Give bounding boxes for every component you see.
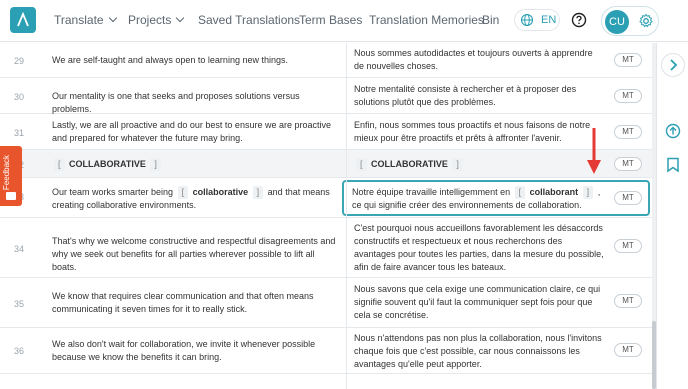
source-text: That's why we welcome constructive and r… [52, 236, 336, 272]
nav-bin[interactable]: Bin [482, 13, 499, 27]
nav-translate-label: Translate [54, 13, 104, 27]
target-text[interactable]: Nous sommes autodidactes et toujours ouv… [354, 47, 604, 73]
nav-translation-memories[interactable]: Translation Memories [369, 13, 484, 27]
help-icon[interactable] [571, 12, 587, 28]
user-menu[interactable]: CU [601, 6, 659, 36]
expand-panel-button[interactable] [661, 53, 685, 77]
right-side-rail [656, 43, 688, 389]
target-text[interactable]: Notre mentalité consiste à rechercher et… [354, 83, 604, 109]
nav-saved-translations[interactable]: Saved Translations [198, 13, 300, 27]
segment-number: 31 [14, 128, 25, 138]
target-text[interactable]: Nous savons que cela exige une communica… [354, 283, 604, 322]
nav-translate[interactable]: Translate [54, 13, 117, 27]
source-text: We know that requires clear communicatio… [52, 291, 314, 314]
globe-icon [520, 13, 534, 27]
segment-row[interactable]: 31 Lastly, we are all proactive and do o… [0, 114, 652, 150]
source-text: We are self-taught and always open to le… [52, 55, 288, 65]
tag-open[interactable]: [ [356, 158, 367, 171]
tag-open[interactable]: [ [54, 158, 65, 171]
segment-row[interactable]: 30 Our mentality is one that seeks and p… [0, 78, 652, 114]
segment-row[interactable]: 32 [ COLLABORATIVE ] [ COLLABORATIVE ] M… [0, 150, 652, 178]
segment-row[interactable]: 34 That's why we welcome constructive an… [0, 218, 652, 278]
source-text: [ COLLABORATIVE ] [52, 158, 337, 171]
target-tag-text: collaborant [529, 187, 579, 197]
source-tag-text: COLLABORATIVE [69, 159, 146, 169]
nav-projects[interactable]: Projects [128, 13, 185, 27]
target-text[interactable]: C'est pourquoi nous accueillons favorabl… [354, 222, 604, 274]
mt-badge[interactable]: MT [614, 294, 642, 308]
translation-editor-grid: 29 We are self-taught and always open to… [0, 43, 652, 389]
segment-number: 30 [14, 92, 25, 102]
source-text: Our mentality is one that seeks and prop… [52, 91, 300, 114]
mt-badge[interactable]: MT [614, 53, 642, 67]
mt-badge[interactable]: MT [614, 125, 642, 139]
top-navigation-bar: Translate Projects Saved Translations Te… [0, 0, 688, 42]
app-logo[interactable] [10, 7, 36, 33]
segment-number: 29 [14, 56, 25, 66]
tag-close[interactable]: ] [150, 158, 161, 171]
tag-open[interactable]: [ [177, 186, 189, 199]
segment-row[interactable]: 36 We also don't wait for collaboration,… [0, 328, 652, 374]
target-text-part: Notre équipe travaille intelligemment en [352, 187, 511, 197]
mt-badge[interactable]: MT [614, 157, 642, 171]
source-text: We also don't wait for collaboration, we… [52, 339, 316, 362]
annotation-arrow-icon [587, 128, 601, 174]
mt-badge[interactable]: MT [614, 191, 642, 205]
target-text[interactable]: [ COLLABORATIVE ] [354, 158, 604, 171]
chevron-right-icon [670, 59, 678, 71]
mt-badge[interactable]: MT [614, 89, 642, 103]
gear-icon[interactable] [638, 13, 654, 29]
target-tag-text: COLLABORATIVE [371, 159, 448, 169]
segment-row[interactable]: 35 We know that requires clear communica… [0, 278, 652, 328]
mt-badge[interactable]: MT [614, 343, 642, 357]
segment-row[interactable]: 29 We are self-taught and always open to… [0, 43, 652, 78]
target-text[interactable]: Enfin, nous sommes tous proactifs et nou… [354, 119, 604, 145]
source-tag-text: collaborative [192, 187, 249, 197]
segment-number: 36 [14, 346, 25, 356]
source-text: Lastly, we are all proactive and do our … [52, 120, 331, 143]
source-text-part: Our team works smarter being [52, 187, 174, 197]
nav-term-bases[interactable]: Term Bases [299, 13, 362, 27]
language-code: EN [541, 14, 557, 26]
target-text-active[interactable]: Notre équipe travaille intelligemment en… [352, 186, 610, 212]
tag-close[interactable]: ] [582, 186, 594, 199]
segment-number: 34 [14, 244, 25, 254]
segment-number: 35 [14, 299, 25, 309]
language-selector[interactable]: EN [514, 9, 560, 31]
source-text: Our team works smarter being [ collabora… [52, 186, 337, 212]
tag-open[interactable]: [ [514, 186, 526, 199]
target-text[interactable]: Nous n'attendons pas non plus la collabo… [354, 332, 604, 371]
bookmark-icon[interactable] [666, 157, 680, 173]
feedback-icon [6, 192, 16, 200]
mt-badge[interactable]: MT [614, 239, 642, 253]
tag-close[interactable]: ] [452, 158, 463, 171]
upload-icon[interactable] [665, 123, 681, 139]
chevron-down-icon [176, 13, 185, 23]
avatar[interactable]: CU [605, 10, 629, 34]
feedback-label: Feedback [2, 154, 12, 191]
nav-projects-label: Projects [128, 13, 172, 27]
feedback-tab[interactable]: Feedback [0, 146, 22, 206]
chevron-down-icon [108, 13, 117, 23]
tag-close[interactable]: ] [252, 186, 264, 199]
logo-icon [17, 12, 29, 27]
column-divider [346, 43, 347, 389]
